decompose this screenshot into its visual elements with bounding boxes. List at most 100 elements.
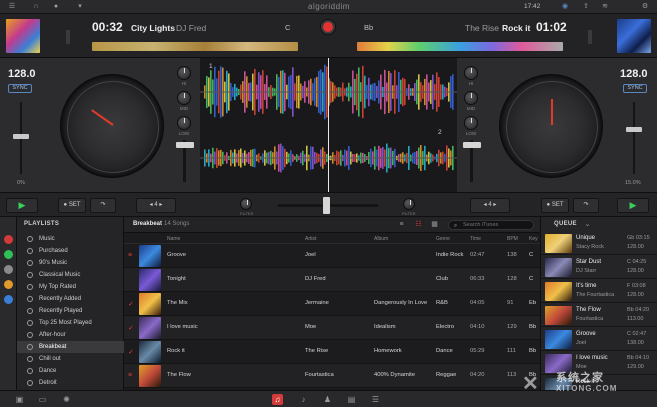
queue-item[interactable]: Star Dust DJ Starr C 04:25 128.00: [541, 256, 657, 279]
left-eq-hi-label: HI: [181, 81, 187, 86]
queue-options-icon[interactable]: ⌄: [583, 221, 592, 229]
right-deck-artist: The Rise: [465, 23, 500, 33]
playlist-item[interactable]: 90's Music: [17, 257, 124, 269]
table-row[interactable]: ✓ Rock it The Rise Homework Dance 05:29 111 Bb: [124, 340, 540, 364]
artists-icon[interactable]: ♟: [322, 394, 333, 405]
playlist-item[interactable]: Music: [17, 233, 124, 245]
left-pitch-slider[interactable]: [13, 134, 29, 139]
queue-item[interactable]: The Flow Fourtastica Bb 04:20 113.00: [541, 304, 657, 327]
queue-title: The Flow: [576, 307, 601, 313]
left-sync-button[interactable]: SYNC: [8, 84, 32, 93]
table-row[interactable]: ✓ The Mix Jermaine Dangerously In Love R&B 04…: [124, 292, 540, 316]
right-platter[interactable]: [499, 74, 603, 178]
right-track-overview[interactable]: [357, 42, 563, 51]
itunes-library-icon[interactable]: ♫: [272, 394, 283, 405]
playlist-item[interactable]: After-hour: [17, 329, 124, 341]
track-bpm: 113: [507, 372, 517, 378]
playlist-item[interactable]: Breakbeat: [17, 341, 124, 353]
effects-icon[interactable]: ✺: [61, 394, 72, 405]
sidebar-toggle-icon[interactable]: ▣: [14, 394, 25, 405]
table-row[interactable]: ✓ I love music Moe Idealism Electro 04:10 129 B…: [124, 316, 540, 340]
left-eq-low-knob[interactable]: [177, 116, 191, 130]
playlist-item[interactable]: Purchased: [17, 245, 124, 257]
detail-view-icon[interactable]: ☷: [414, 221, 423, 229]
search-icon: ⌕: [453, 223, 458, 229]
spotify-source-icon[interactable]: [4, 250, 13, 259]
left-eq-mid-knob[interactable]: [177, 91, 191, 105]
col-album[interactable]: Album: [374, 236, 388, 242]
left-loop-icon[interactable]: ↷: [90, 198, 116, 213]
col-time[interactable]: Time: [470, 236, 481, 242]
col-genre[interactable]: Genre: [436, 236, 450, 242]
queue-item[interactable]: Groove Joel C 02:47 138.00: [541, 328, 657, 351]
video-icon[interactable]: ▭: [37, 394, 48, 405]
list-view-icon[interactable]: ≡: [397, 221, 406, 229]
right-pitch-slider[interactable]: [626, 127, 642, 132]
sync-status-icon[interactable]: ◉: [561, 3, 569, 11]
share-icon[interactable]: ⇪: [582, 3, 590, 11]
table-row[interactable]: ≡ Groove Joel Indie Rock 02:47 138 C: [124, 244, 540, 268]
right-sync-button[interactable]: SYNC: [623, 84, 647, 93]
albums-icon[interactable]: ▤: [346, 394, 357, 405]
played-check-icon: ✓: [128, 301, 134, 308]
playlist-item[interactable]: Dance: [17, 365, 124, 377]
col-artist[interactable]: Artist: [305, 236, 316, 242]
queue-item[interactable]: It's time The Fourtastica F 03:08 128.00: [541, 280, 657, 303]
gear-icon[interactable]: ⚙: [641, 3, 649, 11]
soundcloud-source-icon[interactable]: [4, 280, 13, 289]
playlist-item[interactable]: Top 25 Most Played: [17, 317, 124, 329]
playlist-item[interactable]: Classical Music: [17, 269, 124, 281]
right-loop-size[interactable]: ◂ 4 ▸: [470, 198, 510, 213]
col-name[interactable]: Name: [167, 236, 180, 242]
right-deck-cover[interactable]: [617, 19, 651, 53]
playlist-item[interactable]: Recently Added: [17, 293, 124, 305]
left-eq-hi-knob[interactable]: [177, 66, 191, 80]
left-filter-knob[interactable]: [240, 198, 252, 210]
right-filter-knob[interactable]: [403, 198, 415, 210]
right-play-button[interactable]: ▶: [617, 198, 649, 213]
table-row[interactable]: ≡ The Flow Fourtastica 400% Dynamite Reggae 0…: [124, 364, 540, 388]
playlist-item[interactable]: My Top Rated: [17, 281, 124, 293]
left-set-cue-button[interactable]: ● SET: [58, 198, 86, 213]
right-set-cue-button[interactable]: ● SET: [541, 198, 569, 213]
left-loop-size[interactable]: ◂ 4 ▸: [136, 198, 176, 213]
left-pitch-percent: 0%: [17, 180, 25, 186]
queue-title: Star Dust: [576, 259, 602, 265]
transport-bar: ▶ ● SET ↷ ◂ 4 ▸ FILTER FILTER ◂ 4 ▸ ● SE…: [0, 192, 657, 217]
songs-icon[interactable]: ♪: [298, 394, 309, 405]
left-deck-cover[interactable]: [6, 19, 40, 53]
files-source-icon[interactable]: [4, 295, 13, 304]
left-track-overview[interactable]: [92, 42, 298, 51]
col-key[interactable]: Key: [529, 236, 538, 242]
wifi-icon[interactable]: ≋: [601, 3, 609, 11]
pin-icon[interactable]: ▾: [76, 3, 84, 11]
right-deck-time: 01:02: [536, 20, 567, 34]
folder-source-icon[interactable]: [4, 265, 13, 274]
waveform-area[interactable]: 1 2: [200, 58, 457, 192]
search-input[interactable]: Search iTunes: [448, 220, 534, 230]
right-eq-low-knob[interactable]: [464, 116, 478, 130]
headphones-icon[interactable]: ∩: [32, 3, 40, 11]
left-platter[interactable]: [60, 74, 164, 178]
left-play-button[interactable]: ▶: [6, 198, 38, 213]
grid-view-icon[interactable]: ▦: [430, 221, 439, 229]
playlist-item[interactable]: Recently Played: [17, 305, 124, 317]
mic-icon[interactable]: ●: [52, 3, 60, 11]
queue-item[interactable]: Unique Stacy Rock Gb 03:15 128.00: [541, 232, 657, 255]
right-loop-icon[interactable]: ↷: [573, 198, 599, 213]
crossfader[interactable]: [323, 197, 330, 214]
col-bpm[interactable]: BPM: [507, 236, 518, 242]
playlist-item[interactable]: Chill out: [17, 353, 124, 365]
right-volume-fader[interactable]: [463, 142, 481, 148]
record-button[interactable]: [321, 20, 335, 34]
sliders-icon[interactable]: ☰: [8, 3, 16, 11]
playlist-item[interactable]: Detroit: [17, 377, 124, 389]
playlists-icon[interactable]: ☰: [370, 394, 381, 405]
played-check-icon: ✓: [128, 325, 134, 332]
right-eq-mid-knob[interactable]: [464, 91, 478, 105]
right-eq-hi-knob[interactable]: [464, 66, 478, 80]
left-volume-fader[interactable]: [176, 142, 194, 148]
playlists-panel: PLAYLISTS Music Purchased 90's Music Classi…: [17, 217, 124, 390]
itunes-source-icon[interactable]: [4, 235, 13, 244]
table-row[interactable]: Tonight DJ Fred Club 06:33 128 C: [124, 268, 540, 292]
